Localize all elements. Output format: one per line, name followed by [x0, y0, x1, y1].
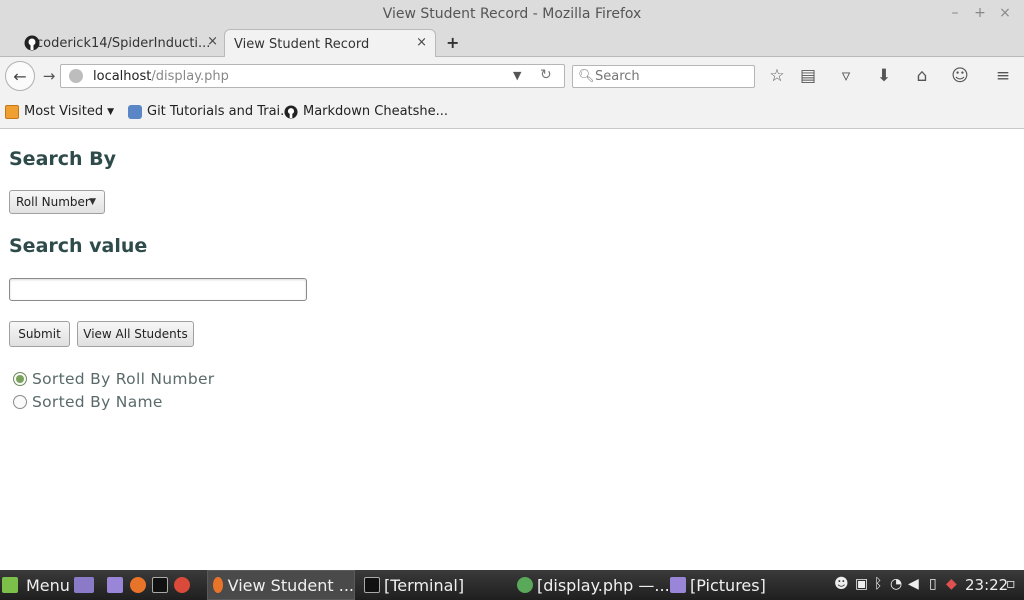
hello-icon[interactable]: ☺ — [949, 66, 971, 86]
navigation-toolbar: ← → localhost/display.php ▼ ↻ 🔍︎ ☆ ▤ ▿ ⬇… — [0, 57, 1024, 95]
search-by-select[interactable]: Roll Number ▼ — [9, 190, 105, 214]
chevron-down-icon: ▼ — [89, 197, 96, 207]
radio-sort-roll-number[interactable]: Sorted By Roll Number — [13, 370, 214, 388]
bookmark-label: Git Tutorials and Trai... — [147, 104, 293, 119]
page-content: Search By Roll Number ▼ Search value Sub… — [0, 130, 1024, 570]
history-dropdown-icon[interactable]: ▼ — [513, 69, 521, 82]
show-desktop-icon[interactable] — [74, 570, 94, 600]
tab-spider-induction[interactable]: coderick14/SpiderInducti... × — [14, 29, 226, 57]
radio-button[interactable] — [13, 395, 27, 409]
window-title: View Student Record - Mozilla Firefox — [382, 6, 642, 22]
user-icon[interactable]: ☻ — [834, 576, 849, 594]
clock[interactable]: 23:22 — [965, 576, 1008, 594]
taskbar-window-label: [display.php —... — [537, 575, 670, 595]
taskbar-window-firefox[interactable]: View Student ... — [207, 570, 355, 600]
search-icon: 🔍︎ — [578, 69, 595, 84]
bookmarks-toolbar: Most Visited ▼ Git Tutorials and Trai...… — [0, 95, 1024, 129]
wifi-icon[interactable]: ◔ — [890, 576, 902, 594]
start-menu-button[interactable]: Menu — [2, 570, 70, 600]
reading-list-icon[interactable]: ▤ — [797, 66, 819, 86]
reload-icon[interactable]: ↻ — [540, 67, 552, 83]
taskbar-window-label: View Student ... — [227, 575, 354, 595]
search-value-heading: Search value — [9, 235, 148, 257]
radio-label: Sorted By Roll Number — [32, 370, 215, 388]
new-tab-button[interactable]: + — [446, 33, 459, 52]
chrome-launcher-icon[interactable] — [174, 570, 190, 600]
back-button[interactable]: ← — [5, 61, 35, 91]
close-tab-icon[interactable]: × — [207, 34, 218, 49]
forward-button[interactable]: → — [38, 66, 60, 86]
files-launcher-icon[interactable] — [107, 570, 123, 600]
search-by-heading: Search By — [9, 148, 117, 170]
folder-icon — [5, 104, 19, 119]
maximize-icon[interactable]: + — [973, 5, 987, 21]
bookmark-most-visited[interactable]: Most Visited ▼ — [5, 104, 114, 119]
firefox-launcher-icon[interactable] — [130, 570, 146, 600]
close-window-icon[interactable]: × — [998, 5, 1012, 21]
taskbar-window-terminal[interactable]: [Terminal] — [364, 570, 464, 600]
search-value-input[interactable] — [9, 278, 307, 301]
tab-view-student-record[interactable]: View Student Record × — [224, 29, 436, 58]
taskbar-window-label: [Pictures] — [690, 575, 766, 595]
select-value: Roll Number — [16, 195, 90, 209]
github-icon — [284, 104, 298, 119]
volume-icon[interactable]: ◀ — [908, 576, 919, 594]
minimize-icon[interactable]: – — [948, 5, 962, 21]
shield-icon[interactable]: ◆ — [946, 576, 957, 594]
mint-logo-icon — [2, 577, 18, 593]
downloads-icon[interactable]: ⬇ — [873, 66, 895, 86]
editor-icon — [517, 577, 533, 593]
url-path: /display.php — [151, 69, 229, 84]
bookmark-git-tutorials[interactable]: Git Tutorials and Trai... — [128, 104, 293, 119]
menu-label: Menu — [26, 575, 70, 595]
window-titlebar: View Student Record - Mozilla Firefox – … — [0, 0, 1024, 29]
tab-label: coderick14/SpiderInducti... — [36, 35, 211, 51]
search-box[interactable]: 🔍︎ — [572, 65, 755, 88]
bookmark-markdown-cheatsheet[interactable]: Markdown Cheatshe... — [284, 104, 448, 119]
bookmark-label: Markdown Cheatshe... — [303, 104, 449, 119]
taskbar-window-pictures[interactable]: [Pictures] — [670, 570, 766, 600]
url-host: localhost — [93, 69, 152, 84]
update-manager-icon[interactable]: ▣ — [855, 576, 868, 594]
url-bar[interactable]: localhost/display.php ▼ ↻ — [60, 64, 565, 88]
tab-label: View Student Record — [234, 36, 370, 52]
arrow-right-icon: → — [42, 67, 56, 85]
view-all-students-button[interactable]: View All Students — [77, 321, 194, 347]
terminal-icon — [364, 577, 380, 593]
home-icon[interactable]: ⌂ — [911, 66, 933, 86]
tab-strip: coderick14/SpiderInducti... × View Stude… — [0, 29, 1024, 58]
radio-label: Sorted By Name — [32, 393, 163, 411]
submit-button[interactable]: Submit — [9, 321, 70, 347]
terminal-launcher-icon[interactable] — [152, 570, 168, 600]
url-text: localhost/display.php — [93, 69, 229, 84]
bookmark-label: Most Visited — [24, 104, 104, 119]
globe-icon — [69, 69, 83, 83]
pocket-icon[interactable]: ▿ — [835, 66, 857, 86]
github-icon — [24, 35, 40, 51]
chevron-down-icon: ▼ — [107, 106, 115, 117]
bookmark-star-icon[interactable]: ☆ — [766, 66, 788, 86]
firefox-icon — [213, 577, 223, 593]
arrow-left-icon: ← — [13, 66, 27, 86]
search-input[interactable] — [595, 68, 745, 85]
radio-sort-name[interactable]: Sorted By Name — [13, 393, 163, 411]
workspace-icon[interactable]: ▫ — [1006, 576, 1016, 594]
menu-hamburger-icon[interactable]: ≡ — [992, 66, 1014, 86]
radio-button[interactable] — [13, 372, 27, 386]
database-icon — [128, 104, 142, 119]
folder-icon — [670, 577, 686, 593]
battery-icon[interactable]: ▯ — [929, 576, 937, 594]
close-tab-icon[interactable]: × — [416, 35, 427, 50]
taskbar-window-editor[interactable]: [display.php —... — [517, 570, 670, 600]
taskbar-window-label: [Terminal] — [384, 575, 465, 595]
taskbar: Menu View Student ... [Terminal] [displa… — [0, 570, 1024, 600]
bluetooth-icon[interactable]: ᛒ — [874, 576, 882, 594]
